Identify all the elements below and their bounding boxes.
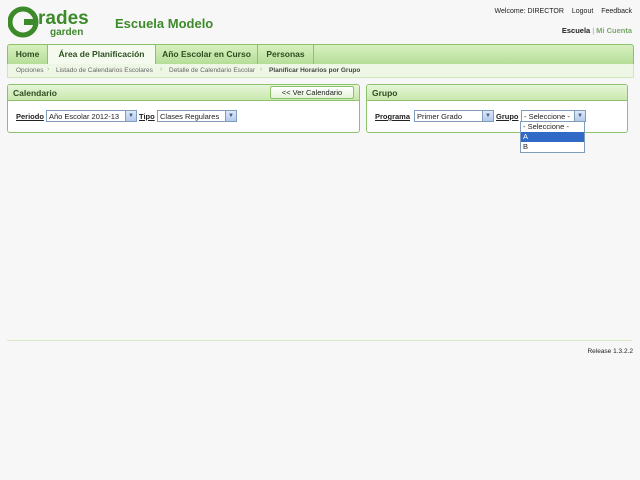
chevron-down-icon: ▼ — [225, 111, 236, 121]
grades-garden-logo[interactable]: rades garden — [8, 6, 104, 38]
release-version: Release 1.3.2.2 — [587, 348, 633, 355]
chevron-down-icon: ▼ — [482, 111, 493, 121]
chevron-down-icon: ▼ — [125, 111, 136, 121]
calendario-panel: Calendario << Ver Calendario Periodo Año… — [7, 84, 360, 133]
programa-select-value: Primer Grado — [417, 112, 463, 121]
top-links: Welcome: DIRECTOR Logout Feedback — [489, 8, 632, 15]
chevron-down-icon: ▼ — [574, 111, 585, 121]
account-school-link[interactable]: Escuela — [562, 26, 590, 35]
calendario-panel-title: Calendario — [13, 88, 57, 98]
logo-main-text: rades — [38, 8, 89, 29]
chevron-right-icon: › — [47, 66, 50, 73]
tipo-select-value: Clases Regulares — [160, 112, 220, 121]
grupo-panel-header: Grupo — [367, 85, 627, 101]
logout-link[interactable]: Logout — [572, 8, 593, 15]
welcome-text: Welcome: DIRECTOR — [494, 8, 564, 15]
ver-calendario-button[interactable]: << Ver Calendario — [270, 86, 354, 99]
tab-ano-escolar[interactable]: Año Escolar en Curso — [156, 45, 258, 64]
account-separator: | — [592, 26, 595, 35]
grupo-dropdown-list: - Seleccione - A B — [520, 121, 585, 153]
chevron-right-icon: › — [160, 66, 163, 73]
grupo-option-seleccione[interactable]: - Seleccione - — [521, 122, 584, 132]
chevron-right-icon: › — [260, 66, 263, 73]
periodo-label: Periodo — [16, 112, 44, 121]
breadcrumb-current: Planificar Horarios por Grupo — [269, 67, 361, 74]
tab-home[interactable]: Home — [8, 45, 48, 64]
programa-select[interactable]: Primer Grado ▼ — [414, 110, 494, 122]
grupo-label: Grupo — [496, 112, 519, 121]
grupo-select-value: - Seleccione - — [524, 112, 570, 121]
calendario-panel-header: Calendario << Ver Calendario — [8, 85, 359, 101]
grupo-option-a[interactable]: A — [521, 132, 584, 142]
tab-personas[interactable]: Personas — [258, 45, 314, 64]
programa-label: Programa — [375, 112, 411, 121]
account-switch: Escuela | Mi Cuenta — [562, 26, 632, 35]
breadcrumb-listado[interactable]: Listado de Calendarios Escolares — [56, 67, 153, 74]
logo-sub-text: garden — [50, 27, 83, 38]
breadcrumb-opciones[interactable]: Opciones — [16, 67, 43, 74]
feedback-link[interactable]: Feedback — [601, 8, 632, 15]
footer-divider — [7, 340, 632, 341]
grupo-option-b[interactable]: B — [521, 142, 584, 152]
tipo-label: Tipo — [139, 112, 155, 121]
header: rades garden Escuela Modelo Welcome: DIR… — [0, 0, 640, 44]
school-name: Escuela Modelo — [115, 16, 214, 31]
breadcrumb: Opciones › Listado de Calendarios Escola… — [7, 64, 634, 78]
main-nav: Home Área de Planificación Año Escolar e… — [7, 44, 634, 65]
account-mine-link[interactable]: Mi Cuenta — [596, 26, 632, 35]
grupo-panel-title: Grupo — [372, 88, 398, 98]
breadcrumb-detalle[interactable]: Detalle de Calendario Escolar — [169, 67, 255, 74]
periodo-select[interactable]: Año Escolar 2012-13 ▼ — [46, 110, 137, 122]
tab-area-planificacion[interactable]: Área de Planificación — [48, 45, 156, 64]
periodo-select-value: Año Escolar 2012-13 — [49, 112, 120, 121]
grupo-panel: Grupo Programa Primer Grado ▼ Grupo - Se… — [366, 84, 628, 133]
tipo-select[interactable]: Clases Regulares ▼ — [157, 110, 237, 122]
